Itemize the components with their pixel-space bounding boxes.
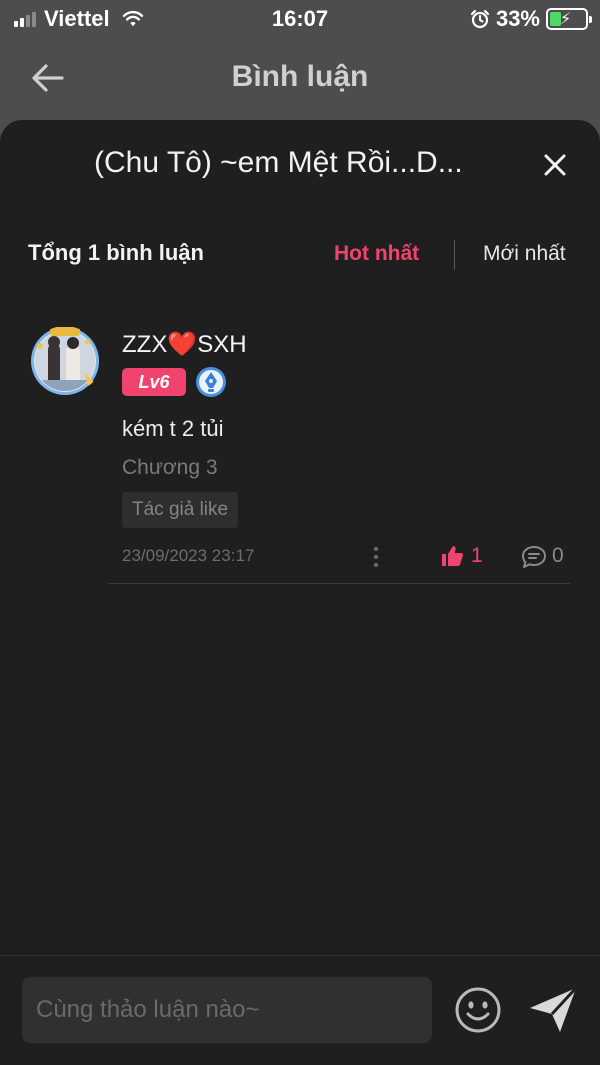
username-prefix: ZZX (122, 331, 168, 358)
story-title: (Chu Tô) ~em Mệt Rồi...D... (94, 146, 463, 179)
input-bar-divider (0, 955, 600, 956)
battery-icon: ⚡ (546, 8, 592, 30)
app-header: Bình luận (0, 40, 600, 118)
level-badge: Lv6 (122, 368, 186, 396)
close-icon[interactable] (540, 150, 570, 180)
comment-input[interactable] (22, 977, 432, 1043)
reply-count: 0 (552, 544, 564, 567)
pen-nib-badge-icon (196, 367, 226, 397)
comment-chapter[interactable]: Chương 3 (122, 456, 218, 480)
battery-percent: 33% (495, 6, 540, 31)
comment-text: kém t 2 tủi (122, 416, 224, 441)
comments-sheet: (Chu Tô) ~em Mệt Rồi...D... Tổng 1 bình … (0, 120, 600, 1065)
status-right: 33% ⚡ (470, 6, 592, 32)
username-suffix: SXH (197, 331, 247, 358)
comment-timestamp: 23/09/2023 23:17 (122, 546, 255, 565)
comment-username[interactable]: ZZX❤️SXH (122, 330, 247, 359)
charging-bolt-icon: ⚡ (560, 11, 572, 28)
like-count: 1 (471, 544, 483, 567)
send-icon[interactable] (528, 986, 578, 1034)
page-title: Bình luận (231, 60, 369, 93)
more-options-icon[interactable] (368, 544, 384, 570)
thumbs-up-icon[interactable] (440, 544, 464, 568)
sort-hot-tab[interactable]: Hot nhất (334, 242, 419, 266)
heart-icon: ❤️ (167, 331, 198, 358)
status-bar: Viettel 16:07 33% ⚡ (0, 0, 600, 40)
reply-bubble-icon[interactable] (520, 544, 548, 570)
avatar[interactable] (30, 326, 100, 396)
comment-count: Tổng 1 bình luận (28, 240, 204, 265)
sort-new-tab[interactable]: Mới nhất (483, 242, 566, 266)
author-liked-tag: Tác giả like (122, 492, 239, 528)
alarm-icon (470, 9, 490, 29)
emoji-icon[interactable] (454, 986, 502, 1034)
sort-divider (454, 240, 455, 270)
comment-divider (108, 583, 570, 584)
